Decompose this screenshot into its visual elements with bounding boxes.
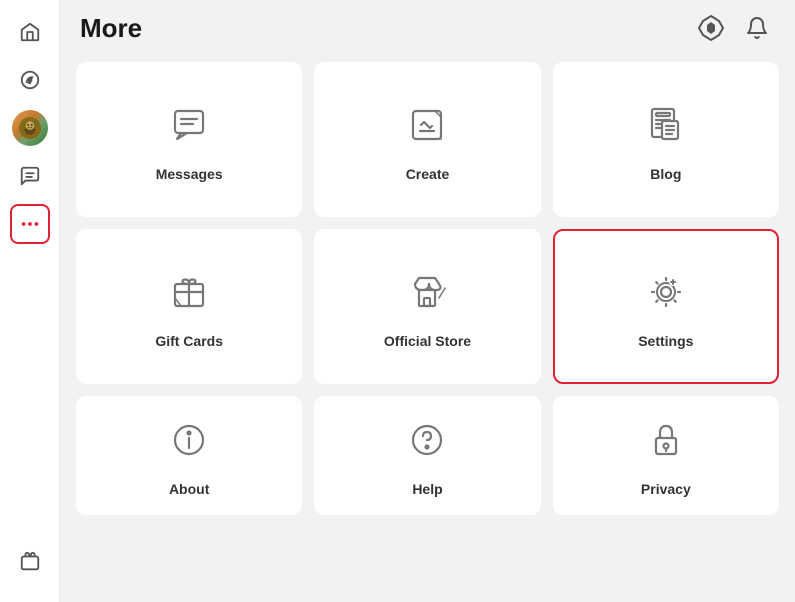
grid-card-about[interactable]: About bbox=[76, 396, 302, 515]
grid-card-blog[interactable]: Blog bbox=[553, 62, 779, 217]
notification-icon-button[interactable] bbox=[739, 10, 775, 46]
sidebar-item-discover[interactable] bbox=[10, 60, 50, 100]
create-label: Create bbox=[406, 166, 450, 182]
sidebar-item-more[interactable] bbox=[10, 204, 50, 244]
robux-icon-button[interactable] bbox=[693, 10, 729, 46]
main-content: More bbox=[60, 0, 795, 602]
help-label: Help bbox=[412, 481, 442, 497]
about-label: About bbox=[169, 481, 209, 497]
header-icons bbox=[693, 10, 775, 46]
create-icon bbox=[405, 103, 449, 152]
privacy-label: Privacy bbox=[641, 481, 691, 497]
grid-container: Messages Create bbox=[60, 56, 795, 602]
official-store-label: Official Store bbox=[384, 333, 471, 349]
page-header: More bbox=[60, 0, 795, 56]
official-store-icon bbox=[405, 270, 449, 319]
blog-label: Blog bbox=[650, 166, 681, 182]
help-icon bbox=[405, 418, 449, 467]
sidebar-item-home[interactable] bbox=[10, 12, 50, 52]
grid-card-settings[interactable]: Settings bbox=[553, 229, 779, 384]
about-icon bbox=[167, 418, 211, 467]
grid-card-help[interactable]: Help bbox=[314, 396, 540, 515]
blog-icon bbox=[644, 103, 688, 152]
messages-icon bbox=[167, 103, 211, 152]
messages-label: Messages bbox=[156, 166, 223, 182]
settings-icon bbox=[644, 270, 688, 319]
privacy-icon bbox=[644, 418, 688, 467]
grid-card-create[interactable]: Create bbox=[314, 62, 540, 217]
grid-card-official-store[interactable]: Official Store bbox=[314, 229, 540, 384]
gift-cards-label: Gift Cards bbox=[155, 333, 223, 349]
sidebar-avatar[interactable] bbox=[10, 108, 50, 148]
sidebar-item-chat[interactable] bbox=[10, 156, 50, 196]
gift-cards-icon bbox=[167, 270, 211, 319]
sidebar bbox=[0, 0, 60, 602]
grid-card-gift-cards[interactable]: Gift Cards bbox=[76, 229, 302, 384]
avatar-image bbox=[12, 110, 48, 146]
grid-card-privacy[interactable]: Privacy bbox=[553, 396, 779, 515]
sidebar-item-robux[interactable] bbox=[10, 542, 50, 582]
menu-grid: Messages Create bbox=[76, 62, 779, 515]
settings-label: Settings bbox=[638, 333, 693, 349]
page-title: More bbox=[80, 13, 142, 44]
grid-card-messages[interactable]: Messages bbox=[76, 62, 302, 217]
